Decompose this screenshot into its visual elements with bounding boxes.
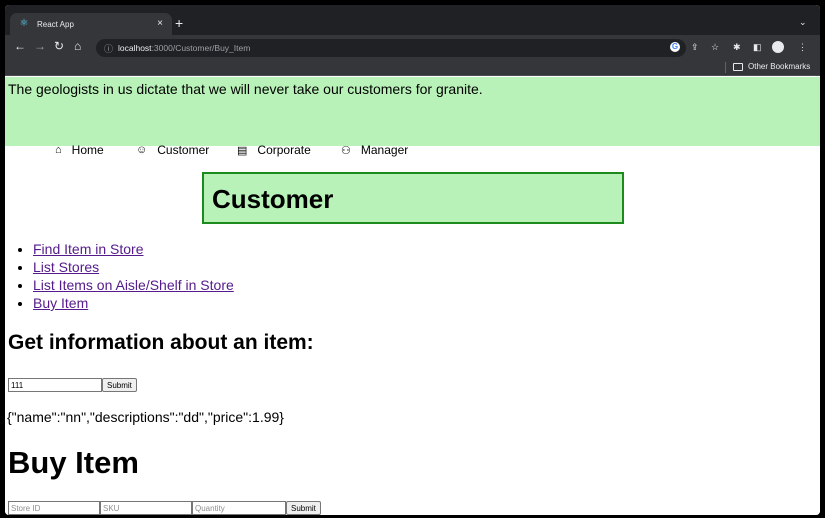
bookmark-folder-label: Other Bookmarks (748, 62, 811, 71)
customer-links: Find Item in Store List Stores List Item… (33, 240, 234, 312)
star-icon[interactable]: ☆ (711, 42, 719, 52)
sidebar-icon[interactable]: ◧ (753, 42, 762, 52)
list-items-aisle-link[interactable]: List Items on Aisle/Shelf in Store (33, 277, 234, 293)
page-title: Customer (212, 184, 334, 214)
browser-window: ⚛ React App × + ⌄ ← → ↻ ⌂ ⓘ localhost:30… (5, 5, 820, 515)
close-icon[interactable]: × (154, 18, 166, 30)
browser-tab[interactable]: ⚛ React App × (10, 13, 172, 35)
nav-customer-label: Customer (157, 143, 210, 157)
address-bar[interactable]: ⓘ localhost:3000/Customer/Buy_Item (96, 39, 686, 57)
info-icon[interactable]: ⓘ (104, 42, 114, 55)
nav-customer[interactable]: ☺ Customer (136, 143, 209, 157)
item-result: {"name":"nn","descriptions":"dd","price"… (7, 409, 284, 425)
folder-icon (733, 62, 743, 71)
manager-icon: ⚇ (341, 144, 351, 157)
buy-item-link[interactable]: Buy Item (33, 295, 88, 311)
find-item-link[interactable]: Find Item in Store (33, 241, 144, 257)
customer-title-box: Customer (202, 172, 624, 224)
nav-manager-label: Manager (360, 143, 409, 157)
home-button-icon[interactable]: ⌂ (74, 39, 81, 53)
item-id-input[interactable] (8, 378, 102, 392)
forward-icon[interactable]: → (34, 39, 46, 53)
reload-icon[interactable]: ↻ (54, 39, 64, 53)
info-submit-button[interactable]: Submit (102, 378, 137, 392)
tab-search-icon[interactable]: ⌄ (799, 17, 807, 28)
share-icon[interactable]: ⇪ (691, 42, 699, 52)
store-id-input[interactable] (8, 501, 100, 515)
new-tab-icon[interactable]: + (175, 16, 183, 30)
tab-title: React App (37, 19, 74, 29)
profile-icon[interactable] (772, 41, 784, 53)
buy-item-form: Submit (8, 501, 321, 515)
tagline: The geologists in us dictate that we wil… (8, 81, 483, 97)
google-icon[interactable]: G (670, 42, 680, 52)
other-bookmarks-folder[interactable]: Other Bookmarks (733, 62, 810, 71)
bookmarks-divider (725, 62, 726, 73)
url-text: localhost:3000/Customer/Buy_Item (118, 43, 251, 53)
tab-strip: ⚛ React App × + ⌄ (5, 5, 820, 35)
list-item: Buy Item (33, 294, 234, 312)
page-content: The geologists in us dictate that we wil… (5, 77, 820, 515)
building-icon: ▤ (237, 144, 248, 157)
bookmarks-bar: Other Bookmarks (5, 59, 820, 76)
sku-input[interactable] (100, 501, 192, 515)
nav-corporate[interactable]: ▤ Corporate (237, 143, 311, 157)
list-stores-link[interactable]: List Stores (33, 259, 99, 275)
smiley-icon: ☺ (136, 144, 148, 156)
home-icon: ⌂ (55, 144, 62, 156)
quantity-input[interactable] (192, 501, 286, 515)
item-info-form: Submit (8, 378, 137, 392)
buy-item-heading: Buy Item (8, 445, 139, 480)
buy-submit-button[interactable]: Submit (286, 501, 321, 515)
menu-icon[interactable]: ⋮ (798, 42, 807, 52)
header-banner: The geologists in us dictate that we wil… (5, 77, 820, 146)
list-item: Find Item in Store (33, 240, 234, 258)
nav-manager[interactable]: ⚇ Manager (341, 143, 408, 157)
nav-home[interactable]: ⌂ Home (55, 143, 104, 157)
back-icon[interactable]: ← (14, 39, 26, 53)
list-item: List Items on Aisle/Shelf in Store (33, 276, 234, 294)
item-info-heading: Get information about an item: (8, 331, 314, 354)
extensions-icon[interactable]: ✱ (733, 42, 741, 52)
nav-corporate-label: Corporate (257, 143, 311, 157)
nav-home-label: Home (71, 143, 104, 157)
browser-toolbar: ← → ↻ ⌂ ⓘ localhost:3000/Customer/Buy_It… (5, 35, 820, 59)
react-icon: ⚛ (19, 18, 29, 29)
list-item: List Stores (33, 258, 234, 276)
